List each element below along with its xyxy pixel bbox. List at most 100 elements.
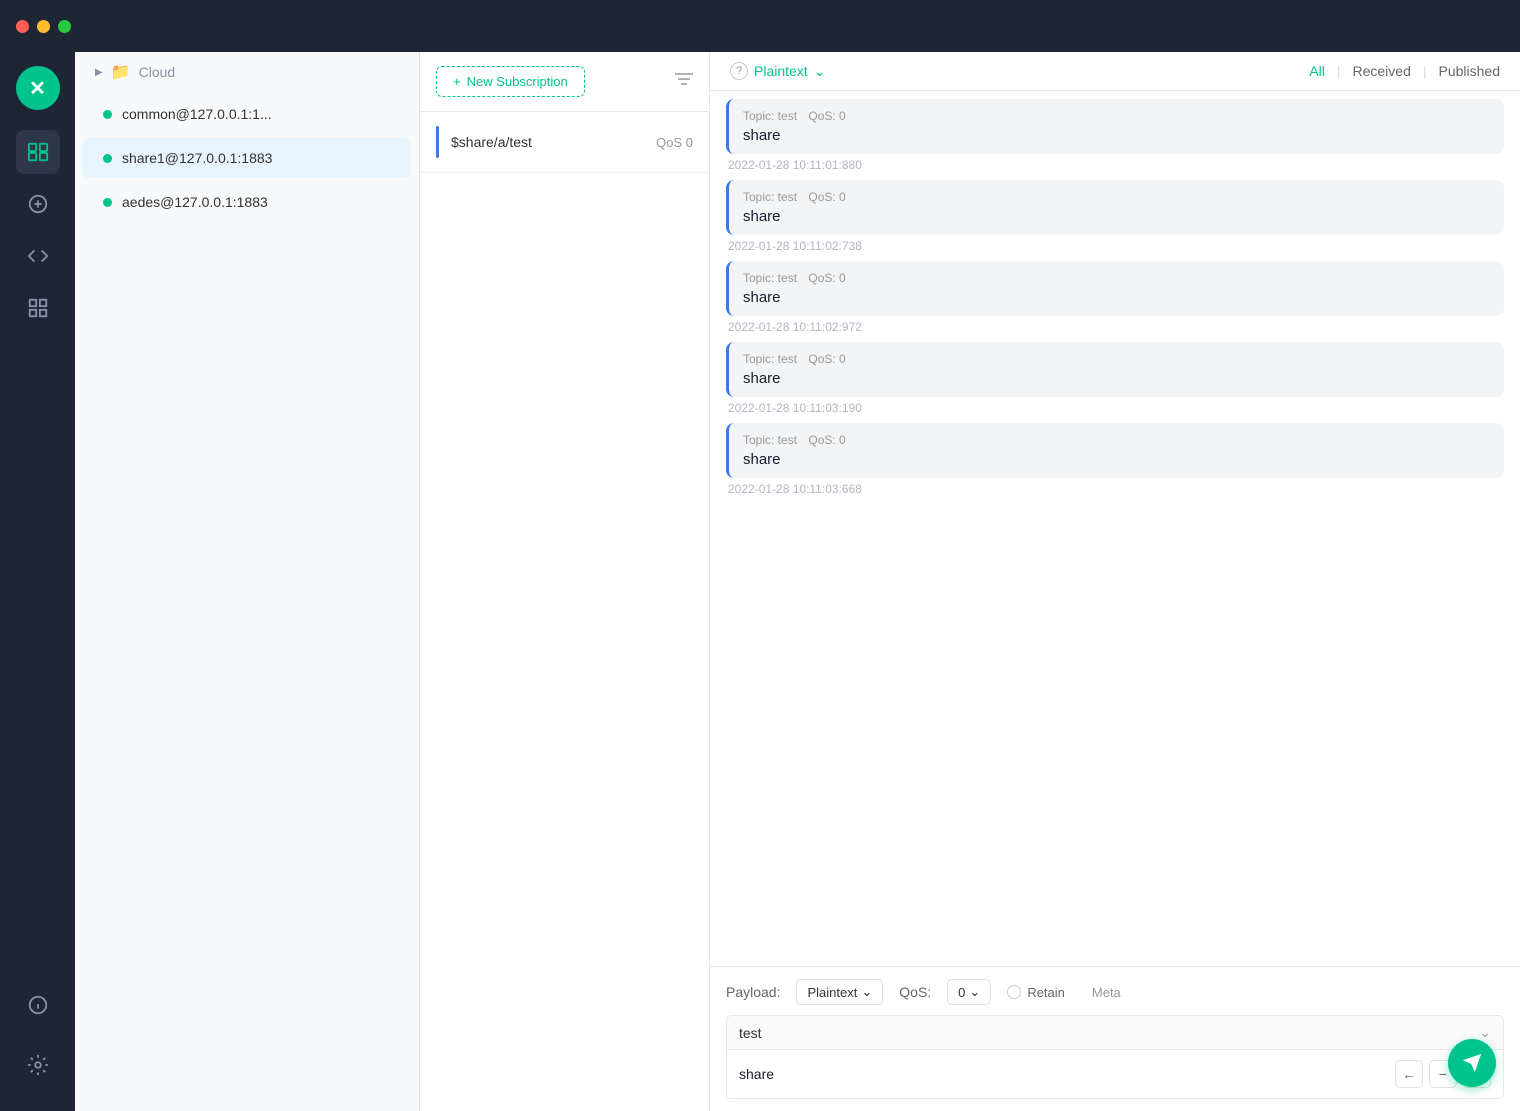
message-qos: QoS: 0: [808, 109, 845, 123]
message-group: Topic: test QoS: 0 share 2022-01-28 10:1…: [726, 342, 1504, 415]
cloud-label: Cloud: [139, 64, 176, 80]
plus-icon: +: [453, 74, 461, 89]
new-subscription-button[interactable]: + New Subscription: [436, 66, 585, 97]
message-group: Topic: test QoS: 0 share 2022-01-28 10:1…: [726, 99, 1504, 172]
message-timestamp: 2022-01-28 10:11:03:190: [726, 401, 1504, 415]
messages-panel: ? Plaintext ⌄ All | Received | Published: [710, 52, 1520, 1111]
message-bubble: Topic: test QoS: 0 share: [726, 180, 1504, 235]
message-qos: QoS: 0: [808, 433, 845, 447]
message-timestamp: 2022-01-28 10:11:02:738: [726, 239, 1504, 253]
qos-select[interactable]: 0 ⌄: [947, 979, 991, 1005]
connection-item-share1[interactable]: share1@127.0.0.1:1883: [83, 138, 411, 178]
minimize-button[interactable]: [37, 20, 50, 33]
title-bar: [0, 0, 1520, 52]
message-content: share: [743, 370, 1490, 387]
message-group: Topic: test QoS: 0 share 2022-01-28 10:1…: [726, 180, 1504, 253]
payload-label: Payload:: [726, 984, 780, 1000]
message-bubble: Topic: test QoS: 0 share: [726, 423, 1504, 478]
sidebar-item-add[interactable]: [16, 182, 60, 226]
meta-button[interactable]: Meta: [1081, 980, 1132, 1005]
message-timestamp: 2022-01-28 10:11:03:668: [726, 482, 1504, 496]
message-group: Topic: test QoS: 0 share 2022-01-28 10:1…: [726, 261, 1504, 334]
expand-icon[interactable]: ⌄: [1479, 1024, 1491, 1041]
message-topic: Topic: test: [743, 271, 797, 285]
message-content: share: [743, 289, 1490, 306]
messages-list: Topic: test QoS: 0 share 2022-01-28 10:1…: [710, 91, 1520, 966]
qos-dropdown-icon: ⌄: [969, 984, 980, 1000]
payload-type-dropdown-icon: ⌄: [814, 63, 826, 80]
subscription-topic: $share/a/test: [451, 134, 656, 150]
publish-topic-row: test ⌄: [726, 1015, 1504, 1050]
publish-toolbar: Payload: Plaintext ⌄ QoS: 0 ⌄ Retain Met…: [726, 979, 1504, 1005]
message-content: share: [743, 208, 1490, 225]
message-timestamp: 2022-01-28 10:11:01:880: [726, 158, 1504, 172]
app-logo: ✕: [16, 66, 60, 110]
publish-topic[interactable]: test: [739, 1025, 762, 1041]
message-qos: QoS: 0: [808, 190, 845, 204]
connection-label-common: common@127.0.0.1:1...: [122, 106, 272, 122]
subscription-toolbar: + New Subscription: [420, 52, 709, 112]
filter-all-button[interactable]: All: [1309, 63, 1325, 79]
message-meta: Topic: test QoS: 0: [743, 190, 1490, 204]
connection-label-share1: share1@127.0.0.1:1883: [122, 150, 272, 166]
main-area: share1 ⌄ 39 ⏻ ✎ ⊞ ••• + New Subscription: [420, 0, 1520, 1111]
qos-label: QoS:: [899, 984, 931, 1000]
subscription-qos: QoS 0: [656, 135, 693, 150]
message-topic: Topic: test: [743, 190, 797, 204]
message-topic: Topic: test: [743, 109, 797, 123]
connection-label-aedes: aedes@127.0.0.1:1883: [122, 194, 268, 210]
help-icon: ?: [730, 62, 748, 80]
icon-rail: ✕: [0, 0, 75, 1111]
sidebar-item-connections[interactable]: [16, 130, 60, 174]
message-content: share: [743, 127, 1490, 144]
message-content: share: [743, 451, 1490, 468]
status-dot-share1: [103, 154, 112, 163]
message-bubble: Topic: test QoS: 0 share: [726, 342, 1504, 397]
message-group: Topic: test QoS: 0 share 2022-01-28 10:1…: [726, 423, 1504, 496]
payload-type-label: Plaintext: [754, 63, 808, 79]
filter-icon[interactable]: [675, 72, 693, 91]
cloud-group[interactable]: ▶ 📁 Cloud: [75, 52, 419, 92]
retain-toggle[interactable]: Retain: [1007, 985, 1065, 1000]
message-bubble: Topic: test QoS: 0 share: [726, 99, 1504, 154]
status-dot-aedes: [103, 198, 112, 207]
sidebar-item-code[interactable]: [16, 234, 60, 278]
maximize-button[interactable]: [58, 20, 71, 33]
dropdown-arrow-icon: ⌄: [861, 984, 872, 1000]
nav-back-button[interactable]: ←: [1395, 1060, 1423, 1088]
send-button[interactable]: [1448, 1039, 1496, 1087]
retain-label: Retain: [1027, 985, 1065, 1000]
message-topic: Topic: test: [743, 352, 797, 366]
payload-type-selector[interactable]: ? Plaintext ⌄: [730, 62, 825, 80]
message-timestamp: 2022-01-28 10:11:02:972: [726, 320, 1504, 334]
message-meta: Topic: test QoS: 0: [743, 109, 1490, 123]
content-split: + New Subscription $share/a/test QoS 0: [420, 52, 1520, 1111]
filter-received-button[interactable]: Received: [1352, 63, 1410, 79]
publish-payload-row: share ← − →: [726, 1050, 1504, 1099]
message-qos: QoS: 0: [808, 271, 845, 285]
subscription-item[interactable]: $share/a/test QoS 0: [420, 112, 709, 173]
payload-type-select[interactable]: Plaintext ⌄: [796, 979, 883, 1005]
sidebar-item-schema[interactable]: [16, 286, 60, 330]
cloud-chevron-icon: ▶: [95, 67, 103, 78]
message-qos: QoS: 0: [808, 352, 845, 366]
status-dot-common: [103, 110, 112, 119]
publish-area: Payload: Plaintext ⌄ QoS: 0 ⌄ Retain Met…: [710, 966, 1520, 1111]
message-bubble: Topic: test QoS: 0 share: [726, 261, 1504, 316]
sub-indicator: [436, 126, 439, 158]
folder-icon: 📁: [111, 62, 131, 82]
subscription-panel: + New Subscription $share/a/test QoS 0: [420, 52, 710, 1111]
message-meta: Topic: test QoS: 0: [743, 433, 1490, 447]
window-controls: [16, 20, 71, 33]
connections-panel: Connections New Collection ▶ 📁 Cloud com…: [75, 0, 420, 1111]
retain-circle-icon: [1007, 985, 1021, 999]
connection-item-common[interactable]: common@127.0.0.1:1...: [83, 94, 411, 134]
publish-payload[interactable]: share: [739, 1066, 774, 1082]
sidebar-item-info[interactable]: [16, 983, 60, 1027]
message-topic: Topic: test: [743, 433, 797, 447]
message-filters: All | Received | Published: [1309, 63, 1500, 79]
close-button[interactable]: [16, 20, 29, 33]
sidebar-item-settings[interactable]: [16, 1043, 60, 1087]
connection-item-aedes[interactable]: aedes@127.0.0.1:1883: [83, 182, 411, 222]
filter-published-button[interactable]: Published: [1439, 63, 1501, 79]
